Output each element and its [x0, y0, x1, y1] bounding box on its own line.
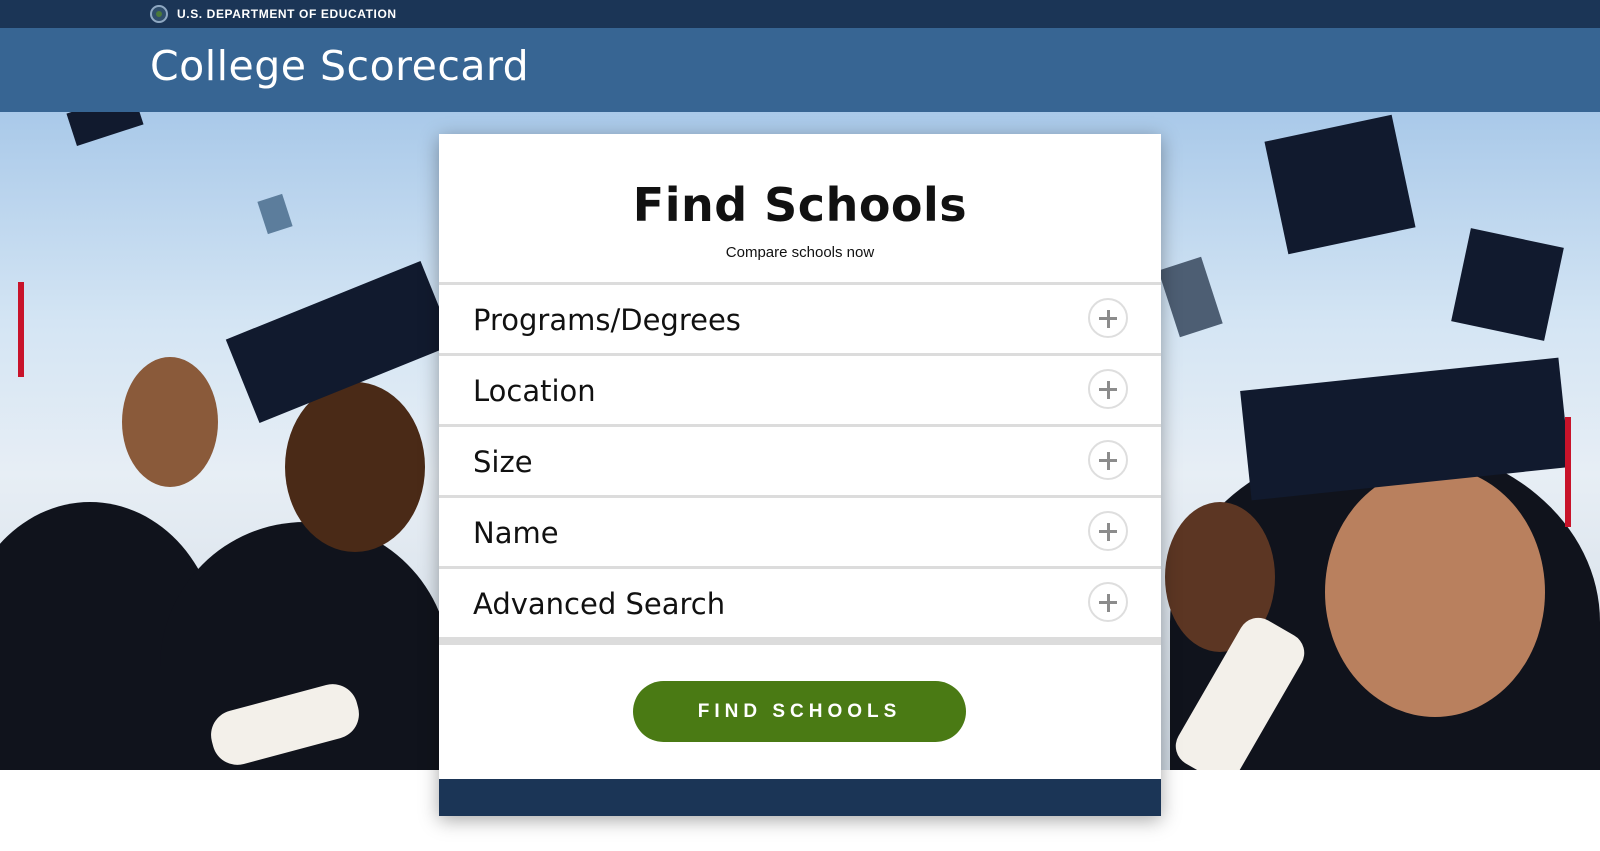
filter-advanced-search[interactable]: Advanced Search [439, 566, 1161, 637]
graduation-cap-image [66, 112, 144, 146]
graduation-cap-image [1158, 256, 1223, 338]
tassel-image [1565, 417, 1571, 527]
graduate-face-image [1325, 467, 1545, 717]
graduate-face-image [285, 382, 425, 552]
filter-label: Size [473, 445, 533, 479]
plus-icon[interactable] [1088, 369, 1128, 409]
department-banner: U.S. DEPARTMENT OF EDUCATION [0, 0, 1600, 28]
graduation-cap-image [1264, 114, 1416, 255]
filter-list: Programs/Degrees Location Size Name Adva… [439, 282, 1161, 637]
panel-title: Find Schools [632, 178, 968, 232]
plus-icon[interactable] [1088, 511, 1128, 551]
plus-icon[interactable] [1088, 298, 1128, 338]
plus-icon[interactable] [1088, 582, 1128, 622]
tassel-image [18, 282, 24, 377]
department-name[interactable]: U.S. DEPARTMENT OF EDUCATION [177, 7, 397, 21]
graduation-cap-image [1451, 228, 1564, 341]
site-header: College Scorecard [0, 28, 1600, 112]
filter-label: Programs/Degrees [473, 303, 741, 337]
filter-programs-degrees[interactable]: Programs/Degrees [439, 282, 1161, 353]
panel-subtitle: Compare schools now [725, 244, 875, 261]
filter-location[interactable]: Location [439, 353, 1161, 424]
filter-size[interactable]: Size [439, 424, 1161, 495]
find-schools-button[interactable]: FIND SCHOOLS [633, 681, 966, 742]
filter-name[interactable]: Name [439, 495, 1161, 566]
graduation-cap-image [257, 193, 293, 235]
find-schools-panel: Find Schools Compare schools now Program… [439, 134, 1161, 816]
plus-icon[interactable] [1088, 440, 1128, 480]
site-title[interactable]: College Scorecard [150, 42, 529, 90]
department-seal-icon [150, 5, 168, 23]
panel-footer-bar [439, 779, 1161, 816]
filter-divider [439, 637, 1161, 645]
filter-label: Location [473, 374, 596, 408]
graduate-face-image [122, 357, 218, 487]
filter-label: Advanced Search [473, 587, 726, 621]
filter-label: Name [473, 516, 559, 550]
graduation-cap-image [1240, 357, 1570, 501]
